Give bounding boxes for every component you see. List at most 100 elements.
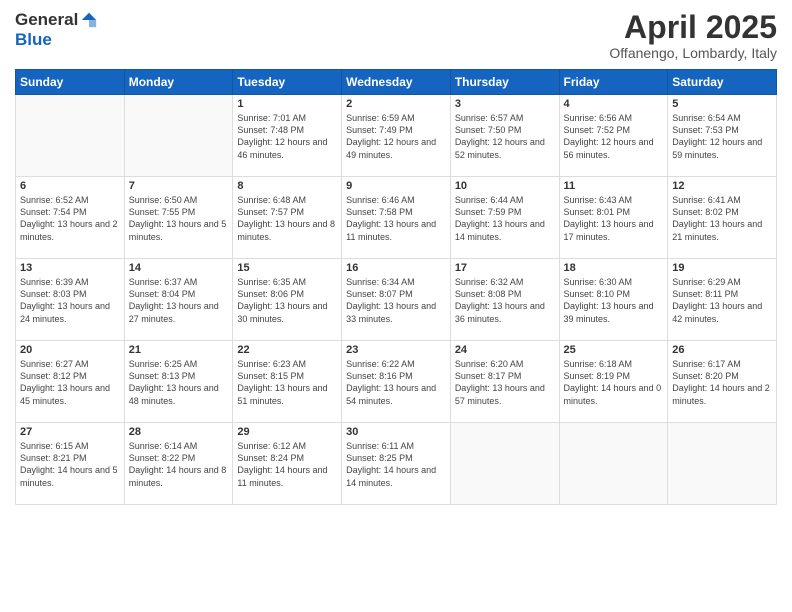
- calendar-cell: 30 Sunrise: 6:11 AMSunset: 8:25 PMDayligh…: [342, 423, 451, 505]
- day-info: Sunrise: 6:25 AMSunset: 8:13 PMDaylight:…: [129, 358, 229, 407]
- day-number: 13: [20, 262, 120, 274]
- calendar-cell: 2 Sunrise: 6:59 AMSunset: 7:49 PMDaylight…: [342, 95, 451, 177]
- calendar-week-row: 1 Sunrise: 7:01 AMSunset: 7:48 PMDaylight…: [16, 95, 777, 177]
- day-info: Sunrise: 6:46 AMSunset: 7:58 PMDaylight:…: [346, 194, 446, 243]
- calendar-cell: 11 Sunrise: 6:43 AMSunset: 8:01 PMDayligh…: [559, 177, 668, 259]
- day-info: Sunrise: 6:57 AMSunset: 7:50 PMDaylight:…: [455, 112, 555, 161]
- calendar-table: Sunday Monday Tuesday Wednesday Thursday…: [15, 69, 777, 505]
- calendar-cell: 23 Sunrise: 6:22 AMSunset: 8:16 PMDayligh…: [342, 341, 451, 423]
- day-info: Sunrise: 6:39 AMSunset: 8:03 PMDaylight:…: [20, 276, 120, 325]
- day-number: 14: [129, 262, 229, 274]
- day-info: Sunrise: 6:14 AMSunset: 8:22 PMDaylight:…: [129, 440, 229, 489]
- day-info: Sunrise: 6:23 AMSunset: 8:15 PMDaylight:…: [237, 358, 337, 407]
- calendar-cell: 14 Sunrise: 6:37 AMSunset: 8:04 PMDayligh…: [124, 259, 233, 341]
- logo-text: General: [15, 10, 98, 30]
- day-number: 5: [672, 98, 772, 110]
- day-info: Sunrise: 6:15 AMSunset: 8:21 PMDaylight:…: [20, 440, 120, 489]
- day-number: 24: [455, 344, 555, 356]
- day-number: 8: [237, 180, 337, 192]
- day-number: 29: [237, 426, 337, 438]
- calendar-cell: 18 Sunrise: 6:30 AMSunset: 8:10 PMDayligh…: [559, 259, 668, 341]
- calendar-cell: 7 Sunrise: 6:50 AMSunset: 7:55 PMDaylight…: [124, 177, 233, 259]
- calendar-cell: 16 Sunrise: 6:34 AMSunset: 8:07 PMDayligh…: [342, 259, 451, 341]
- day-number: 11: [564, 180, 664, 192]
- calendar-cell: 22Sunrise: 6:23 AMSunset: 8:15 PMDayligh…: [233, 341, 342, 423]
- calendar-cell: 25 Sunrise: 6:18 AMSunset: 8:19 PMDayligh…: [559, 341, 668, 423]
- day-number: 12: [672, 180, 772, 192]
- day-info: Sunrise: 6:30 AMSunset: 8:10 PMDaylight:…: [564, 276, 664, 325]
- day-number: 9: [346, 180, 446, 192]
- calendar-week-row: 6Sunrise: 6:52 AMSunset: 7:54 PMDaylight…: [16, 177, 777, 259]
- location: Offanengo, Lombardy, Italy: [609, 45, 777, 61]
- logo-blue: Blue: [15, 30, 52, 50]
- day-number: 10: [455, 180, 555, 192]
- header-thursday: Thursday: [450, 70, 559, 95]
- calendar-cell: 10 Sunrise: 6:44 AMSunset: 7:59 PMDayligh…: [450, 177, 559, 259]
- day-info: Sunrise: 6:18 AMSunset: 8:19 PMDaylight:…: [564, 358, 664, 407]
- day-number: 17: [455, 262, 555, 274]
- day-info: Sunrise: 6:43 AMSunset: 8:01 PMDaylight:…: [564, 194, 664, 243]
- calendar-cell: [16, 95, 125, 177]
- header-monday: Monday: [124, 70, 233, 95]
- day-number: 15: [237, 262, 337, 274]
- day-number: 19: [672, 262, 772, 274]
- day-info: Sunrise: 6:44 AMSunset: 7:59 PMDaylight:…: [455, 194, 555, 243]
- calendar-cell: 5Sunrise: 6:54 AMSunset: 7:53 PMDaylight…: [668, 95, 777, 177]
- day-number: 2: [346, 98, 446, 110]
- calendar-cell: 12 Sunrise: 6:41 AMSunset: 8:02 PMDayligh…: [668, 177, 777, 259]
- day-info: Sunrise: 6:41 AMSunset: 8:02 PMDaylight:…: [672, 194, 772, 243]
- day-number: 18: [564, 262, 664, 274]
- logo: General Blue: [15, 10, 98, 50]
- day-number: 27: [20, 426, 120, 438]
- calendar-cell: [124, 95, 233, 177]
- day-number: 7: [129, 180, 229, 192]
- day-info: Sunrise: 6:22 AMSunset: 8:16 PMDaylight:…: [346, 358, 446, 407]
- logo-general: General: [15, 10, 78, 30]
- calendar-week-row: 20 Sunrise: 6:27 AMSunset: 8:12 PMDayligh…: [16, 341, 777, 423]
- calendar-cell: 24 Sunrise: 6:20 AMSunset: 8:17 PMDayligh…: [450, 341, 559, 423]
- day-number: 28: [129, 426, 229, 438]
- calendar-cell: 28 Sunrise: 6:14 AMSunset: 8:22 PMDayligh…: [124, 423, 233, 505]
- day-number: 25: [564, 344, 664, 356]
- calendar-cell: 13 Sunrise: 6:39 AMSunset: 8:03 PMDayligh…: [16, 259, 125, 341]
- day-number: 30: [346, 426, 446, 438]
- calendar-cell: [559, 423, 668, 505]
- calendar-cell: 9 Sunrise: 6:46 AMSunset: 7:58 PMDaylight…: [342, 177, 451, 259]
- calendar-cell: 3Sunrise: 6:57 AMSunset: 7:50 PMDaylight…: [450, 95, 559, 177]
- header: General Blue April 2025 Offanengo, Lomba…: [15, 10, 777, 61]
- day-info: Sunrise: 7:01 AMSunset: 7:48 PMDaylight:…: [237, 112, 337, 161]
- calendar-cell: [450, 423, 559, 505]
- calendar-cell: 15 Sunrise: 6:35 AMSunset: 8:06 PMDayligh…: [233, 259, 342, 341]
- calendar-cell: 27 Sunrise: 6:15 AMSunset: 8:21 PMDayligh…: [16, 423, 125, 505]
- calendar-cell: 1 Sunrise: 7:01 AMSunset: 7:48 PMDaylight…: [233, 95, 342, 177]
- day-info: Sunrise: 6:59 AMSunset: 7:49 PMDaylight:…: [346, 112, 446, 161]
- day-info: Sunrise: 6:35 AMSunset: 8:06 PMDaylight:…: [237, 276, 337, 325]
- calendar-cell: 8Sunrise: 6:48 AMSunset: 7:57 PMDaylight…: [233, 177, 342, 259]
- day-number: 26: [672, 344, 772, 356]
- day-number: 20: [20, 344, 120, 356]
- day-number: 21: [129, 344, 229, 356]
- day-info: Sunrise: 6:29 AMSunset: 8:11 PMDaylight:…: [672, 276, 772, 325]
- day-info: Sunrise: 6:11 AMSunset: 8:25 PMDaylight:…: [346, 440, 446, 489]
- day-info: Sunrise: 6:32 AMSunset: 8:08 PMDaylight:…: [455, 276, 555, 325]
- day-info: Sunrise: 6:37 AMSunset: 8:04 PMDaylight:…: [129, 276, 229, 325]
- header-tuesday: Tuesday: [233, 70, 342, 95]
- day-info: Sunrise: 6:27 AMSunset: 8:12 PMDaylight:…: [20, 358, 120, 407]
- day-number: 4: [564, 98, 664, 110]
- header-wednesday: Wednesday: [342, 70, 451, 95]
- day-info: Sunrise: 6:17 AMSunset: 8:20 PMDaylight:…: [672, 358, 772, 407]
- day-info: Sunrise: 6:34 AMSunset: 8:07 PMDaylight:…: [346, 276, 446, 325]
- day-number: 1: [237, 98, 337, 110]
- calendar-week-row: 13 Sunrise: 6:39 AMSunset: 8:03 PMDayligh…: [16, 259, 777, 341]
- day-info: Sunrise: 6:12 AMSunset: 8:24 PMDaylight:…: [237, 440, 337, 489]
- day-info: Sunrise: 6:20 AMSunset: 8:17 PMDaylight:…: [455, 358, 555, 407]
- header-friday: Friday: [559, 70, 668, 95]
- calendar-cell: 20 Sunrise: 6:27 AMSunset: 8:12 PMDayligh…: [16, 341, 125, 423]
- title-block: April 2025 Offanengo, Lombardy, Italy: [609, 10, 777, 61]
- calendar-week-row: 27 Sunrise: 6:15 AMSunset: 8:21 PMDayligh…: [16, 423, 777, 505]
- day-info: Sunrise: 6:50 AMSunset: 7:55 PMDaylight:…: [129, 194, 229, 243]
- day-number: 23: [346, 344, 446, 356]
- weekday-header-row: Sunday Monday Tuesday Wednesday Thursday…: [16, 70, 777, 95]
- day-number: 6: [20, 180, 120, 192]
- day-number: 16: [346, 262, 446, 274]
